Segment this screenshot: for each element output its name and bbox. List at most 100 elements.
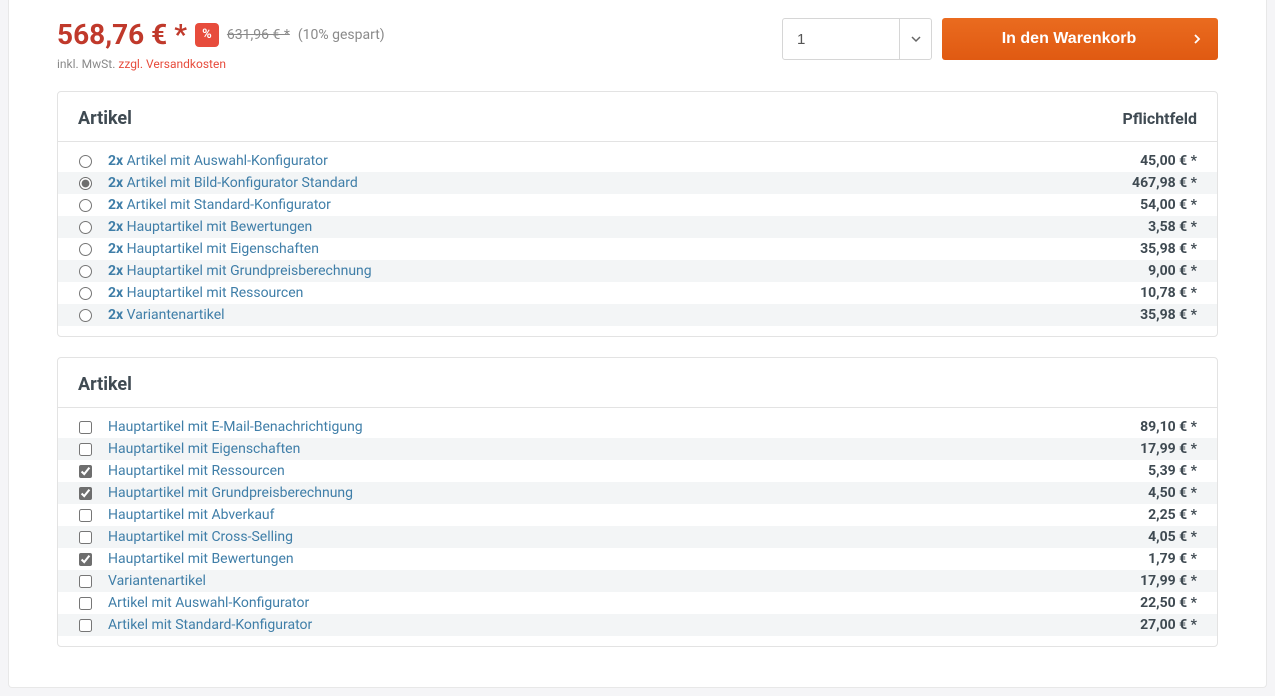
addon-label: Hauptartikel mit Bewertungen — [102, 551, 1148, 567]
option-label: 2x Hauptartikel mit Ressourcen — [102, 285, 1140, 301]
option-label: 2x Hauptartikel mit Grundpreisberechnung — [102, 263, 1148, 279]
addon-checkbox[interactable] — [79, 597, 92, 610]
option-radio[interactable] — [79, 309, 92, 322]
option-price: 10,78 € * — [1140, 285, 1197, 301]
option-name: Artikel mit Standard-Konfigurator — [123, 197, 331, 213]
row-input — [68, 287, 102, 300]
config-option-row[interactable]: 2x Hauptartikel mit Bewertungen3,58 € * — [58, 216, 1217, 238]
option-radio[interactable] — [79, 287, 92, 300]
price-line: 568,76 € * % 631,96 € * (10% gespart) — [57, 18, 385, 51]
addon-label: Hauptartikel mit E-Mail-Benachrichtigung — [102, 419, 1140, 435]
row-input — [68, 265, 102, 278]
shipping-costs-link[interactable]: zzgl. Versandkosten — [118, 57, 226, 71]
option-name: Hauptartikel mit Ressourcen — [123, 285, 303, 301]
panel-title: Artikel — [78, 108, 132, 129]
config-addon-row[interactable]: Hauptartikel mit Eigenschaften17,99 € * — [58, 438, 1217, 460]
option-label: 2x Artikel mit Standard-Konfigurator — [102, 197, 1140, 213]
option-label: 2x Hauptartikel mit Eigenschaften — [102, 241, 1140, 257]
discount-badge-icon: % — [195, 23, 219, 47]
savings-text: (10% gespart) — [298, 27, 385, 43]
config-addon-row[interactable]: Hauptartikel mit Cross-Selling4,05 € * — [58, 526, 1217, 548]
add-to-cart-button[interactable]: In den Warenkorb — [942, 18, 1218, 60]
option-name: Variantenartikel — [123, 307, 224, 323]
option-radio[interactable] — [79, 199, 92, 212]
addon-label: Hauptartikel mit Abverkauf — [102, 507, 1148, 523]
addon-label: Artikel mit Standard-Konfigurator — [102, 617, 1140, 633]
addon-price: 2,25 € * — [1148, 507, 1197, 523]
buy-controls: 1 In den Warenkorb — [782, 18, 1218, 60]
addon-checkbox[interactable] — [79, 575, 92, 588]
addon-checkbox[interactable] — [79, 487, 92, 500]
addon-checkbox[interactable] — [79, 619, 92, 632]
panel-header: Artikel — [58, 358, 1217, 408]
config-option-row[interactable]: 2x Variantenartikel35,98 € * — [58, 304, 1217, 326]
config-addon-row[interactable]: Hauptartikel mit E-Mail-Benachrichtigung… — [58, 416, 1217, 438]
panel1-rows: 2x Artikel mit Auswahl-Konfigurator45,00… — [58, 150, 1217, 336]
addon-checkbox[interactable] — [79, 509, 92, 522]
addon-label: Variantenartikel — [102, 573, 1140, 589]
addon-label: Hauptartikel mit Grundpreisberechnung — [102, 485, 1148, 501]
product-page: 568,76 € * % 631,96 € * (10% gespart) in… — [8, 0, 1267, 688]
addon-label: Hauptartikel mit Cross-Selling — [102, 529, 1148, 545]
addon-checkbox[interactable] — [79, 443, 92, 456]
tax-prefix: inkl. MwSt. — [57, 57, 118, 71]
buybox: 568,76 € * % 631,96 € * (10% gespart) in… — [9, 0, 1266, 91]
config-addon-row[interactable]: Artikel mit Standard-Konfigurator27,00 €… — [58, 614, 1217, 636]
row-input — [68, 243, 102, 256]
option-name: Hauptartikel mit Bewertungen — [123, 219, 312, 235]
option-radio[interactable] — [79, 177, 92, 190]
option-label: 2x Hauptartikel mit Bewertungen — [102, 219, 1148, 235]
tax-line: inkl. MwSt. zzgl. Versandkosten — [57, 57, 385, 71]
option-price: 3,58 € * — [1148, 219, 1197, 235]
option-qty: 2x — [108, 197, 123, 213]
row-input — [68, 199, 102, 212]
row-input — [68, 465, 102, 478]
config-option-row[interactable]: 2x Artikel mit Auswahl-Konfigurator45,00… — [58, 150, 1217, 172]
config-addon-row[interactable]: Hauptartikel mit Bewertungen1,79 € * — [58, 548, 1217, 570]
row-input — [68, 309, 102, 322]
config-addon-row[interactable]: Hauptartikel mit Abverkauf2,25 € * — [58, 504, 1217, 526]
panel2-rows: Hauptartikel mit E-Mail-Benachrichtigung… — [58, 416, 1217, 646]
row-input — [68, 443, 102, 456]
addon-label: Artikel mit Auswahl-Konfigurator — [102, 595, 1140, 611]
option-radio[interactable] — [79, 155, 92, 168]
config-addon-row[interactable]: Hauptartikel mit Ressourcen5,39 € * — [58, 460, 1217, 482]
config-option-row[interactable]: 2x Hauptartikel mit Ressourcen10,78 € * — [58, 282, 1217, 304]
option-qty: 2x — [108, 175, 123, 191]
addon-price: 22,50 € * — [1140, 595, 1197, 611]
row-input — [68, 177, 102, 190]
config-addon-row[interactable]: Variantenartikel17,99 € * — [58, 570, 1217, 592]
option-qty: 2x — [108, 285, 123, 301]
quantity-select-wrap: 1 — [782, 18, 932, 60]
config-option-row[interactable]: 2x Artikel mit Standard-Konfigurator54,0… — [58, 194, 1217, 216]
row-input — [68, 421, 102, 434]
addon-checkbox[interactable] — [79, 531, 92, 544]
option-radio[interactable] — [79, 265, 92, 278]
quantity-select[interactable]: 1 — [782, 18, 932, 60]
config-option-row[interactable]: 2x Hauptartikel mit Eigenschaften35,98 €… — [58, 238, 1217, 260]
config-addon-row[interactable]: Hauptartikel mit Grundpreisberechnung4,5… — [58, 482, 1217, 504]
price-block: 568,76 € * % 631,96 € * (10% gespart) in… — [57, 18, 385, 71]
option-qty: 2x — [108, 241, 123, 257]
option-label: 2x Variantenartikel — [102, 307, 1140, 323]
option-radio[interactable] — [79, 243, 92, 256]
config-option-row[interactable]: 2x Hauptartikel mit Grundpreisberechnung… — [58, 260, 1217, 282]
config-addon-row[interactable]: Artikel mit Auswahl-Konfigurator22,50 € … — [58, 592, 1217, 614]
option-name: Artikel mit Auswahl-Konfigurator — [123, 153, 328, 169]
option-label: 2x Artikel mit Auswahl-Konfigurator — [102, 153, 1140, 169]
option-qty: 2x — [108, 307, 123, 323]
addon-price: 17,99 € * — [1140, 573, 1197, 589]
panel-title: Artikel — [78, 374, 132, 395]
current-price: 568,76 € * — [57, 18, 187, 51]
row-input — [68, 619, 102, 632]
addon-checkbox[interactable] — [79, 553, 92, 566]
option-price: 45,00 € * — [1140, 153, 1197, 169]
config-option-row[interactable]: 2x Artikel mit Bild-Konfigurator Standar… — [58, 172, 1217, 194]
row-input — [68, 155, 102, 168]
addon-checkbox[interactable] — [79, 421, 92, 434]
option-radio[interactable] — [79, 221, 92, 234]
option-qty: 2x — [108, 263, 123, 279]
option-name: Hauptartikel mit Grundpreisberechnung — [123, 263, 371, 279]
option-qty: 2x — [108, 219, 123, 235]
addon-checkbox[interactable] — [79, 465, 92, 478]
